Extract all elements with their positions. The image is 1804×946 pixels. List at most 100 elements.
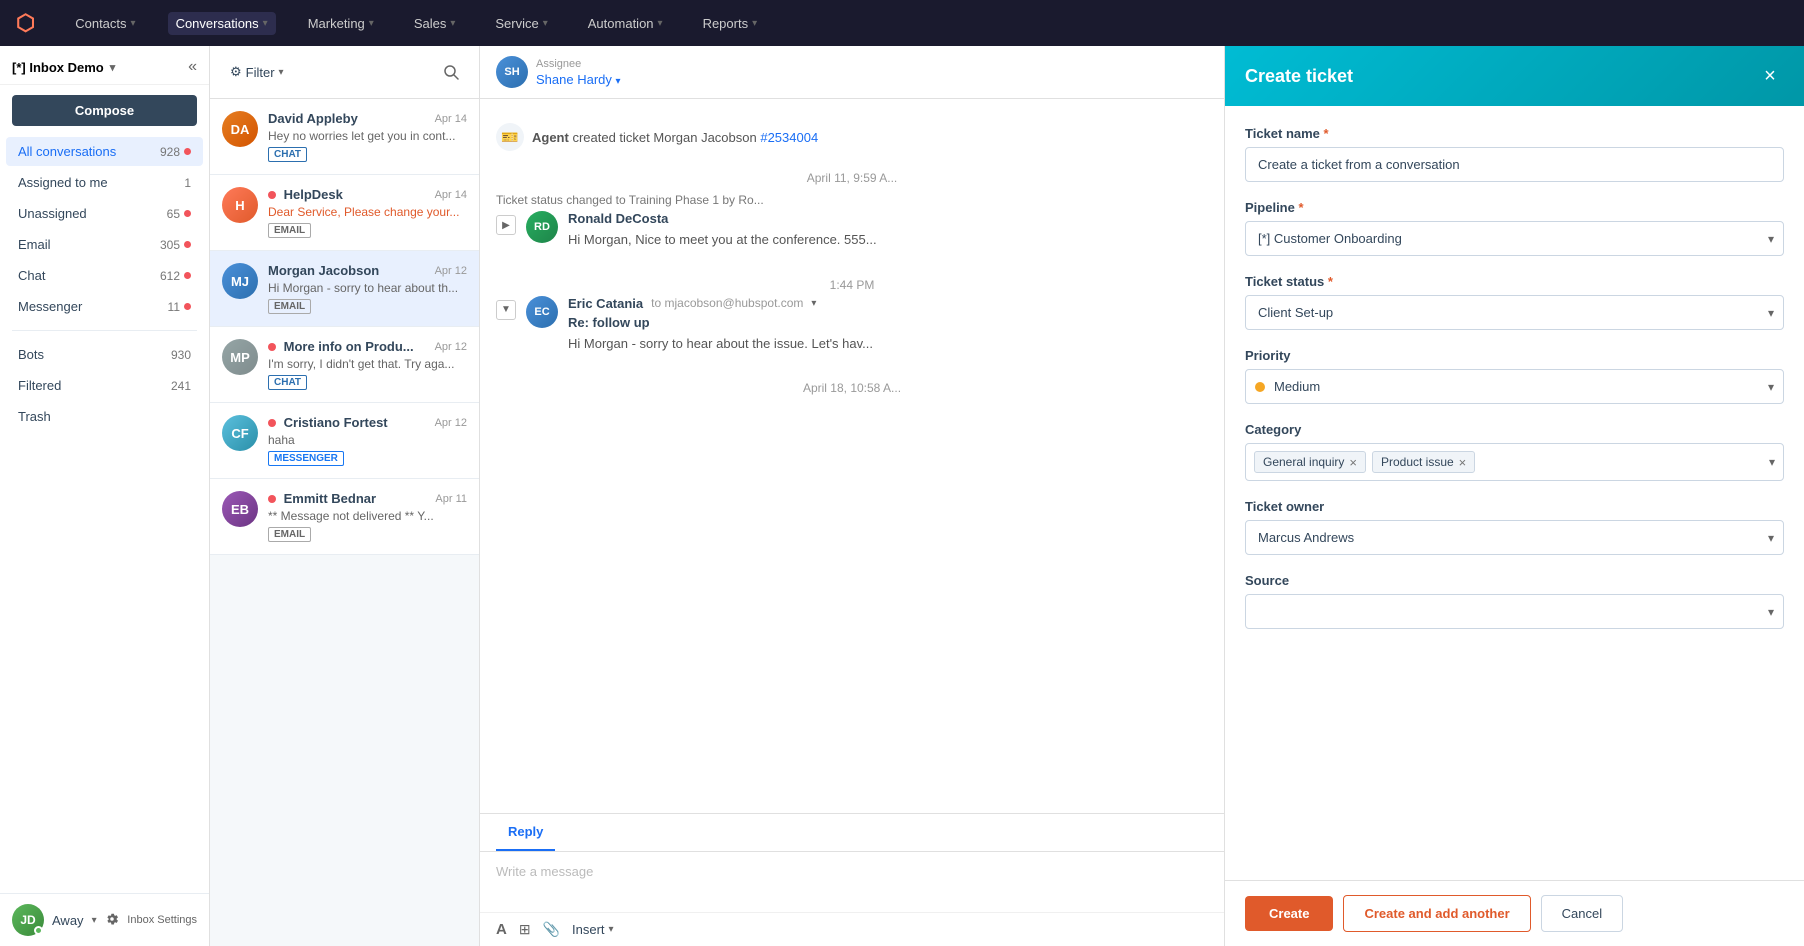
date-divider: April 11, 9:59 A... [496, 159, 1208, 189]
chevron-down-icon: ▾ [1769, 455, 1775, 469]
sidebar-item-filtered[interactable]: Filtered 241 [6, 371, 203, 400]
unread-dot [184, 272, 191, 279]
chat-messages: 🎫 Agent created ticket Morgan Jacobson #… [480, 99, 1224, 813]
message-avatar: EC [526, 296, 558, 328]
pipeline-group: Pipeline * [*] Customer Onboarding Suppo… [1245, 200, 1784, 256]
attach-icon[interactable]: 📎 [543, 921, 560, 938]
sidebar-item-messenger[interactable]: Messenger 11 [6, 292, 203, 321]
conv-list-header: ⚙ Filter ▾ [210, 46, 479, 99]
top-nav: ⬡ Contacts ▾ Conversations ▾ Marketing ▾… [0, 0, 1804, 46]
assignee-avatar: SH [496, 56, 528, 88]
chat-header: SH Assignee Shane Hardy ▾ [480, 46, 1224, 99]
ticket-owner-select-wrapper: Marcus Andrews Shane Hardy Ronald DeCost… [1245, 520, 1784, 555]
conversations-container: DA David Appleby Apr 14 Hey no worries l… [210, 99, 479, 946]
tag-product-issue: Product issue × [1372, 451, 1475, 473]
list-item[interactable]: CF Cristiano Fortest Apr 12 haha MESSENG… [210, 403, 479, 479]
cancel-button[interactable]: Cancel [1541, 895, 1623, 932]
nav-service[interactable]: Service ▾ [487, 12, 555, 35]
nav-sales[interactable]: Sales ▾ [406, 12, 464, 35]
ticket-status-label: Ticket status * [1245, 274, 1784, 289]
priority-select[interactable]: Low Medium High Urgent [1245, 369, 1784, 404]
avatar: H [222, 187, 258, 223]
close-button[interactable]: × [1756, 62, 1784, 90]
inbox-title[interactable]: [*] Inbox Demo ▾ [12, 60, 115, 75]
sidebar-item-all-conversations[interactable]: All conversations 928 [6, 137, 203, 166]
reply-input[interactable]: Write a message [480, 852, 1224, 912]
sidebar-item-chat[interactable]: Chat 612 [6, 261, 203, 290]
ticket-name-group: Ticket name * [1245, 126, 1784, 182]
ticket-status-select-wrapper: Client Set-up New In Progress Resolved ▾ [1245, 295, 1784, 330]
category-tags-container[interactable]: General inquiry × Product issue × ▾ [1245, 443, 1784, 481]
pipeline-select[interactable]: [*] Customer Onboarding Support Pipeline… [1245, 221, 1784, 256]
remove-general-inquiry-button[interactable]: × [1349, 456, 1357, 469]
chevron-down-icon: ▾ [110, 61, 116, 74]
unread-dot [184, 303, 191, 310]
sidebar-item-trash[interactable]: Trash [6, 402, 203, 431]
create-button[interactable]: Create [1245, 896, 1333, 931]
ticket-name-input[interactable] [1245, 147, 1784, 182]
sidebar-item-bots[interactable]: Bots 930 [6, 340, 203, 369]
category-group: Category General inquiry × Product issue… [1245, 422, 1784, 481]
filter-button[interactable]: ⚙ Filter ▾ [222, 59, 292, 85]
create-ticket-panel: Create ticket × Ticket name * Pipeline * [1224, 46, 1804, 946]
status-change: Ticket status changed to Training Phase … [496, 189, 1208, 211]
ticket-owner-label: Ticket owner [1245, 499, 1784, 514]
chevron-down-icon: ▾ [616, 76, 621, 87]
list-item[interactable]: H HelpDesk Apr 14 Dear Service, Please c… [210, 175, 479, 251]
inbox-settings-label[interactable]: Inbox Settings [127, 914, 197, 926]
sidebar-item-assigned-to-me[interactable]: Assigned to me 1 [6, 168, 203, 197]
search-button[interactable] [435, 56, 467, 88]
unread-dot [268, 495, 276, 503]
unread-dot [268, 343, 276, 351]
list-item[interactable]: EB Emmitt Bednar Apr 11 ** Message not d… [210, 479, 479, 555]
filter-icon: ⚙ [230, 64, 242, 80]
hubspot-logo: ⬡ [16, 10, 35, 36]
priority-select-wrapper: Low Medium High Urgent ▾ [1245, 369, 1784, 404]
nav-conversations[interactable]: Conversations ▾ [168, 12, 276, 35]
list-item[interactable]: DA David Appleby Apr 14 Hey no worries l… [210, 99, 479, 175]
expand-button[interactable]: ▶ [496, 215, 516, 235]
category-label: Category [1245, 422, 1784, 437]
sidebar-item-unassigned[interactable]: Unassigned 65 [6, 199, 203, 228]
settings-icon[interactable] [105, 912, 119, 929]
chevron-down-icon: ▾ [279, 67, 284, 78]
font-icon[interactable]: A [496, 921, 507, 938]
nav-reports[interactable]: Reports ▾ [695, 12, 766, 35]
tab-reply[interactable]: Reply [496, 814, 555, 851]
chat-message: ▼ EC Eric Catania to mjacobson@hubspot.c… [496, 296, 1208, 354]
priority-label: Priority [1245, 348, 1784, 363]
source-select[interactable] [1245, 594, 1784, 629]
chevron-down-icon: ▾ [263, 18, 268, 29]
collapse-button[interactable]: ▼ [496, 300, 516, 320]
panel-footer: Create Create and add another Cancel [1225, 880, 1804, 946]
nav-automation[interactable]: Automation ▾ [580, 12, 671, 35]
remove-product-issue-button[interactable]: × [1459, 456, 1467, 469]
create-and-add-another-button[interactable]: Create and add another [1343, 895, 1530, 932]
ticket-status-select[interactable]: Client Set-up New In Progress Resolved [1245, 295, 1784, 330]
list-item[interactable]: MJ Morgan Jacobson Apr 12 Hi Morgan - so… [210, 251, 479, 327]
chevron-down-icon: ▾ [369, 18, 374, 29]
away-status: Away [52, 913, 84, 928]
list-item[interactable]: MP More info on Produ... Apr 12 I'm sorr… [210, 327, 479, 403]
source-group: Source ▾ [1245, 573, 1784, 629]
nav-contacts[interactable]: Contacts ▾ [67, 12, 143, 35]
chevron-down-icon: ▾ [752, 18, 757, 29]
compose-button[interactable]: Compose [12, 95, 197, 126]
insert-button[interactable]: Insert ▾ [572, 922, 614, 937]
avatar: EB [222, 491, 258, 527]
format-icon[interactable]: ⊞ [519, 921, 531, 938]
sidebar-footer[interactable]: JD Away ▾ Inbox Settings [0, 893, 209, 946]
chevron-down-icon: ▾ [450, 18, 455, 29]
ticket-name-label: Ticket name * [1245, 126, 1784, 141]
ticket-icon: 🎫 [496, 123, 524, 151]
avatar: MP [222, 339, 258, 375]
nav-marketing[interactable]: Marketing ▾ [300, 12, 382, 35]
panel-title: Create ticket [1245, 66, 1353, 87]
avatar: DA [222, 111, 258, 147]
avatar: MJ [222, 263, 258, 299]
collapse-icon[interactable]: « [188, 58, 197, 76]
unread-dot [184, 148, 191, 155]
sidebar-item-email[interactable]: Email 305 [6, 230, 203, 259]
ticket-owner-select[interactable]: Marcus Andrews Shane Hardy Ronald DeCost… [1245, 520, 1784, 555]
priority-dot [1255, 382, 1265, 392]
